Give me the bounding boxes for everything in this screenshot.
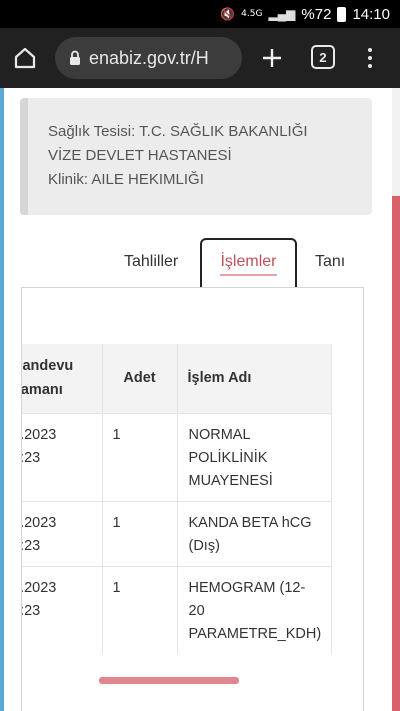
menu-dot-icon <box>368 64 372 68</box>
status-bar: 🔇 4.5G ▂▄▆ %72 14:10 <box>0 0 400 28</box>
battery-icon <box>337 6 347 22</box>
right-accent-bar <box>392 196 400 711</box>
battery-percent: %72 <box>301 5 332 23</box>
table-header-row: Randevu Zamanı Adet İşlem Adı <box>22 344 333 413</box>
cell-adet: 1 <box>102 565 178 654</box>
menu-dot-icon <box>368 56 372 60</box>
cell-islem: KANDA BETA hCG (Dış) <box>177 500 333 566</box>
home-icon <box>14 47 36 69</box>
horizontal-scrollbar[interactable] <box>99 677 239 684</box>
hospital-name: VİZE DEVLET HASTANESİ <box>48 147 232 164</box>
table-row: 3.2023 0:23 1 NORMAL POLİKLİNİK MUAYENES… <box>22 412 333 501</box>
address-bar[interactable]: enabiz.gov.tr/H <box>55 37 242 79</box>
page-content: Sağlık Tesisi: T.C. SAĞLIK BAKANLIĞI VİZ… <box>0 88 400 711</box>
tab-count: 2 <box>319 49 327 65</box>
new-tab-button[interactable] <box>255 38 289 78</box>
network-label: 4.5G <box>241 8 263 19</box>
url-text: enabiz.gov.tr/H <box>89 47 209 68</box>
table-row: 3.2023 0:23 1 HEMOGRAM (12-20 PARAMETRE_… <box>22 565 333 654</box>
cell-randevu: 3.2023 0:23 <box>22 565 103 654</box>
right-accent-top <box>392 88 400 196</box>
facility-name: Sağlık Tesisi: T.C. SAĞLIK BAKANLIĞI <box>48 123 308 140</box>
lock-icon <box>69 50 81 66</box>
facility-info-box: Sağlık Tesisi: T.C. SAĞLIK BAKANLIĞI VİZ… <box>20 98 372 215</box>
clinic-name: Klinik: AILE HEKIMLIĞI <box>48 171 204 188</box>
procedures-panel: Randevu Zamanı Adet İşlem Adı 3.2023 0:2… <box>21 287 364 711</box>
column-header-randevu: Randevu Zamanı <box>22 344 103 413</box>
mute-icon: 🔇 <box>220 7 236 21</box>
tab-islemler-label: İşlemler <box>220 253 277 276</box>
procedures-table-scroll[interactable]: Randevu Zamanı Adet İşlem Adı 3.2023 0:2… <box>22 344 363 664</box>
left-accent-bar <box>0 88 4 711</box>
tab-islemler[interactable]: İşlemler <box>200 238 297 288</box>
tab-tani[interactable]: Tanı <box>315 253 345 271</box>
tab-tahliller[interactable]: Tahliller <box>124 253 178 271</box>
clock: 14:10 <box>352 5 390 23</box>
column-header-adet: Adet <box>102 344 178 413</box>
cell-randevu: 3.2023 0:23 <box>22 500 103 566</box>
table-row: 3.2023 0:23 1 KANDA BETA hCG (Dış) <box>22 500 333 566</box>
cell-islem: HEMOGRAM (12-20 PARAMETRE_KDH) <box>177 565 333 654</box>
procedures-table: Randevu Zamanı Adet İşlem Adı 3.2023 0:2… <box>22 344 333 654</box>
browser-toolbar: enabiz.gov.tr/H 2 <box>0 28 400 88</box>
column-header-islem: İşlem Adı <box>177 344 333 413</box>
cell-adet: 1 <box>102 412 178 501</box>
plus-icon <box>263 49 281 67</box>
menu-dot-icon <box>368 48 372 52</box>
menu-button[interactable] <box>360 40 380 76</box>
cell-islem: NORMAL POLİKLİNİK MUAYENESİ <box>177 412 333 501</box>
signal-icon: ▂▄▆ <box>268 7 296 21</box>
cell-adet: 1 <box>102 500 178 566</box>
tab-switcher-button[interactable]: 2 <box>311 45 335 69</box>
cell-randevu: 3.2023 0:23 <box>22 412 103 501</box>
home-button[interactable] <box>0 28 50 88</box>
